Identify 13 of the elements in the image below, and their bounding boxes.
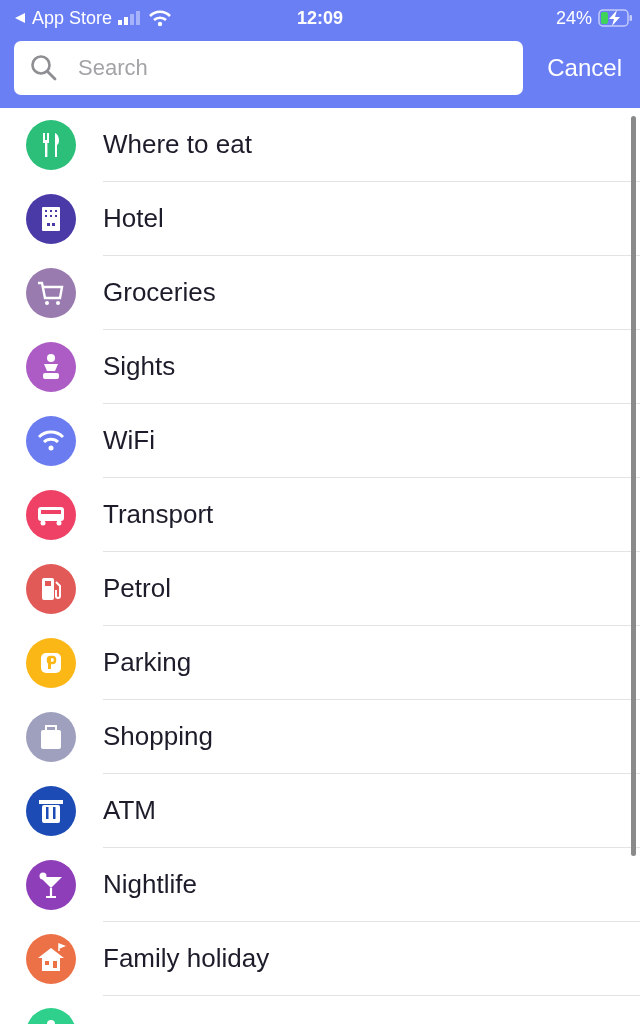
back-arrow-icon[interactable] <box>14 12 26 24</box>
battery-percentage: 24% <box>555 7 592 29</box>
category-label: Family holiday <box>103 922 640 996</box>
cancel-button[interactable]: Cancel <box>543 54 626 82</box>
clock-time: 12:09 <box>297 7 343 29</box>
search-field[interactable]: Search <box>14 41 524 95</box>
wifi-icon <box>148 9 173 27</box>
category-item[interactable]: Family holiday <box>0 922 640 996</box>
signal-icon <box>118 11 143 25</box>
back-app-label[interactable]: App Store <box>32 7 113 29</box>
category-item[interactable]: Nightlife <box>0 848 640 922</box>
battery-charging-icon <box>598 9 634 27</box>
category-label: Nightlife <box>103 848 640 922</box>
